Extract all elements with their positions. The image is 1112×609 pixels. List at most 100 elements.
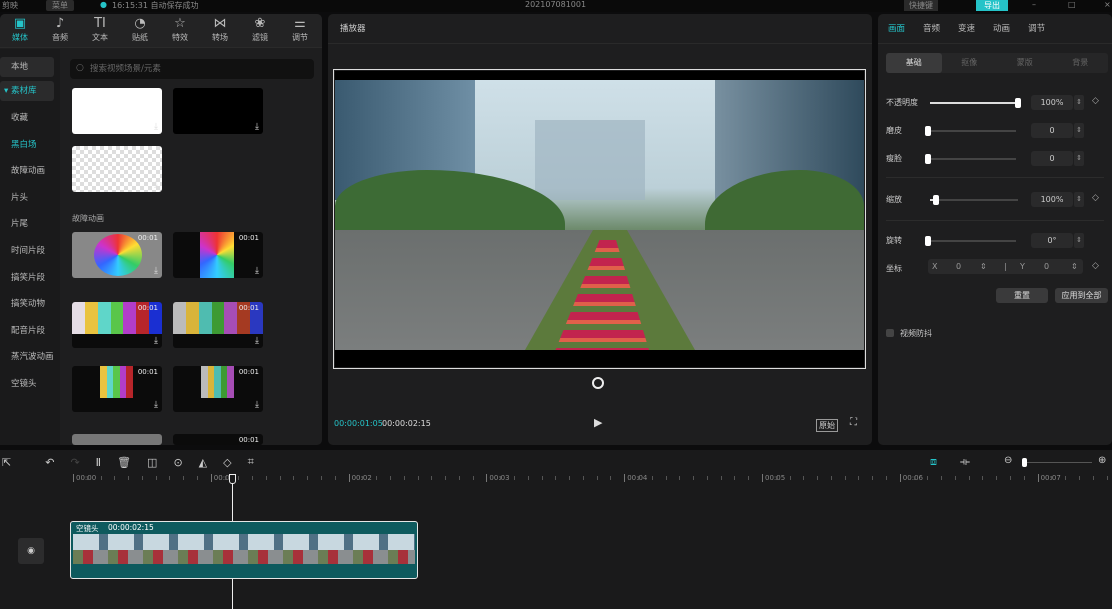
tool-sticker[interactable]: ◔ 贴纸 [120,14,160,47]
delete-icon[interactable]: 🗑 [117,456,131,469]
slider-knob[interactable] [925,236,931,246]
position-y[interactable]: 0 [1044,259,1049,274]
sidebar-item[interactable]: 片尾 [0,211,60,238]
media-thumb-glitch[interactable]: 00:01 ⤓ [72,232,162,278]
tool-transition[interactable]: ⋈ 转场 [200,14,240,47]
freeze-icon[interactable]: ◫ [147,456,157,469]
reset-button[interactable]: 重置 [996,288,1048,303]
spin-icon[interactable]: ⇕ [1074,192,1084,207]
zoom-slider[interactable] [1022,458,1092,467]
search-input[interactable]: 搜索视频场景/元素 [70,59,314,79]
download-icon[interactable]: ⤓ [255,266,259,276]
media-thumb-glitch[interactable] [72,434,162,445]
mirror-icon[interactable]: ◭ [199,456,207,469]
slider-knob[interactable] [1015,98,1021,108]
opacity-slider[interactable] [930,98,1021,108]
media-thumb-transparent[interactable]: ⤓ [72,146,162,192]
opacity-value[interactable]: 100% [1031,95,1073,110]
zoom-out-icon[interactable]: ⊖ [1004,455,1012,466]
play-button[interactable]: ▶ [594,416,602,429]
rotate-handle-icon[interactable] [592,377,604,389]
minimize-button[interactable]: – [1032,0,1036,9]
time-ruler[interactable]: 00:0000:0100:0200:0300:0400:0500:0600:07 [0,474,1112,488]
rotate-icon[interactable]: ◇ [223,456,231,469]
smooth-value[interactable]: 0 [1031,123,1073,138]
select-tool-icon[interactable]: ⇱ [2,456,11,469]
slider-knob[interactable] [925,154,931,164]
reverse-icon[interactable]: ⊙ [173,456,182,469]
download-icon[interactable]: ⤓ [154,400,158,410]
tool-audio[interactable]: ♪ 音频 [40,14,80,47]
subtab-cutout[interactable]: 抠像 [942,53,998,73]
slider-knob[interactable] [933,195,940,205]
subtab-basic[interactable]: 基础 [886,53,942,73]
export-button[interactable]: 导出 [976,0,1008,11]
subtab-mask[interactable]: 蒙版 [997,53,1053,73]
tool-adjust[interactable]: ⚌ 调节 [280,14,320,47]
undo-icon[interactable]: ↶ [45,456,54,469]
smooth-slider[interactable] [925,126,1016,136]
sidebar-item[interactable]: 黑白场 [0,132,60,159]
media-thumb-glitch[interactable]: 00:01 ⤓ [173,232,263,278]
sidebar-item[interactable]: 搞笑片段 [0,265,60,292]
scale-slider[interactable] [930,195,1018,205]
sidebar-item[interactable]: 故障动画 [0,158,60,185]
maximize-button[interactable]: □ [1068,0,1076,9]
media-thumb-white[interactable]: ⤓ [72,88,162,134]
download-icon[interactable]: ⤓ [154,266,158,276]
selection-box[interactable] [333,69,866,369]
tool-filter[interactable]: ❀ 滤镜 [240,14,280,47]
close-button[interactable]: × [1104,0,1111,9]
media-thumb-black[interactable]: ⤓ [173,88,263,134]
media-thumb-glitch[interactable]: 00:01 ⤓ [72,302,162,348]
tool-effects[interactable]: ☆ 特效 [160,14,200,47]
tab-adjust[interactable]: 调节 [1028,14,1045,43]
sidebar-item[interactable]: 配音片段 [0,318,60,345]
slim-value[interactable]: 0 [1031,151,1073,166]
subtab-background[interactable]: 背景 [1053,53,1109,73]
download-icon[interactable]: ⤓ [154,180,158,190]
download-icon[interactable]: ⤓ [154,122,158,132]
tab-speed[interactable]: 变速 [958,14,975,43]
keyframe-icon[interactable]: ◇ [1092,193,1099,203]
sidebar-item[interactable]: 收藏 [0,105,60,132]
tab-picture[interactable]: 画面 [888,14,905,43]
spin-icon[interactable]: ⇕ [1074,95,1084,110]
media-thumb-glitch[interactable]: 00:01 [173,434,263,445]
menu-button[interactable]: 菜单 [46,0,74,11]
sidebar-item-library[interactable]: ▾ 素材库 [0,81,54,101]
tab-animation[interactable]: 动画 [993,14,1010,43]
position-x[interactable]: 0 [956,259,961,274]
fullscreen-icon[interactable]: ⛶ [850,417,857,428]
media-thumb-glitch[interactable]: 00:01 ⤓ [173,302,263,348]
slim-slider[interactable] [925,154,1016,164]
redo-icon[interactable]: ↷ [70,456,79,469]
mute-track-button[interactable]: ◉ [18,538,44,564]
download-icon[interactable]: ⤓ [255,336,259,346]
spin-icon[interactable]: ⇕ [980,259,987,274]
sidebar-item[interactable]: 搞笑动物 [0,291,60,318]
spin-icon[interactable]: ⇕ [1074,233,1084,248]
media-thumb-glitch[interactable]: 00:01 ⤓ [173,366,263,412]
download-icon[interactable]: ⤓ [255,122,259,132]
magnet-icon[interactable]: ⧈ [930,455,937,469]
stabilize-checkbox[interactable] [886,329,894,337]
sidebar-item-local[interactable]: 本地 [0,57,54,77]
keyframe-icon[interactable]: ◇ [1092,96,1099,106]
sidebar-item[interactable]: 空镜头 [0,371,60,398]
rotate-value[interactable]: 0° [1031,233,1073,248]
scale-value[interactable]: 100% [1031,192,1073,207]
media-thumb-glitch[interactable]: 00:01 ⤓ [72,366,162,412]
download-icon[interactable]: ⤓ [255,400,259,410]
link-icon[interactable]: ⟛ [960,455,970,469]
apply-all-button[interactable]: 应用到全部 [1055,288,1108,303]
playhead-handle[interactable] [229,474,236,484]
sidebar-item[interactable]: 片头 [0,185,60,212]
crop-icon[interactable]: ⌗ [248,455,254,469]
position-input[interactable]: X 0 ⇕ | Y 0 ⇕ [928,259,1083,274]
rotate-slider[interactable] [925,236,1016,246]
slider-knob[interactable] [925,126,931,136]
sidebar-item[interactable]: 时间片段 [0,238,60,265]
split-icon[interactable]: Ⅱ [96,456,101,469]
tool-text[interactable]: TI 文本 [80,14,120,47]
